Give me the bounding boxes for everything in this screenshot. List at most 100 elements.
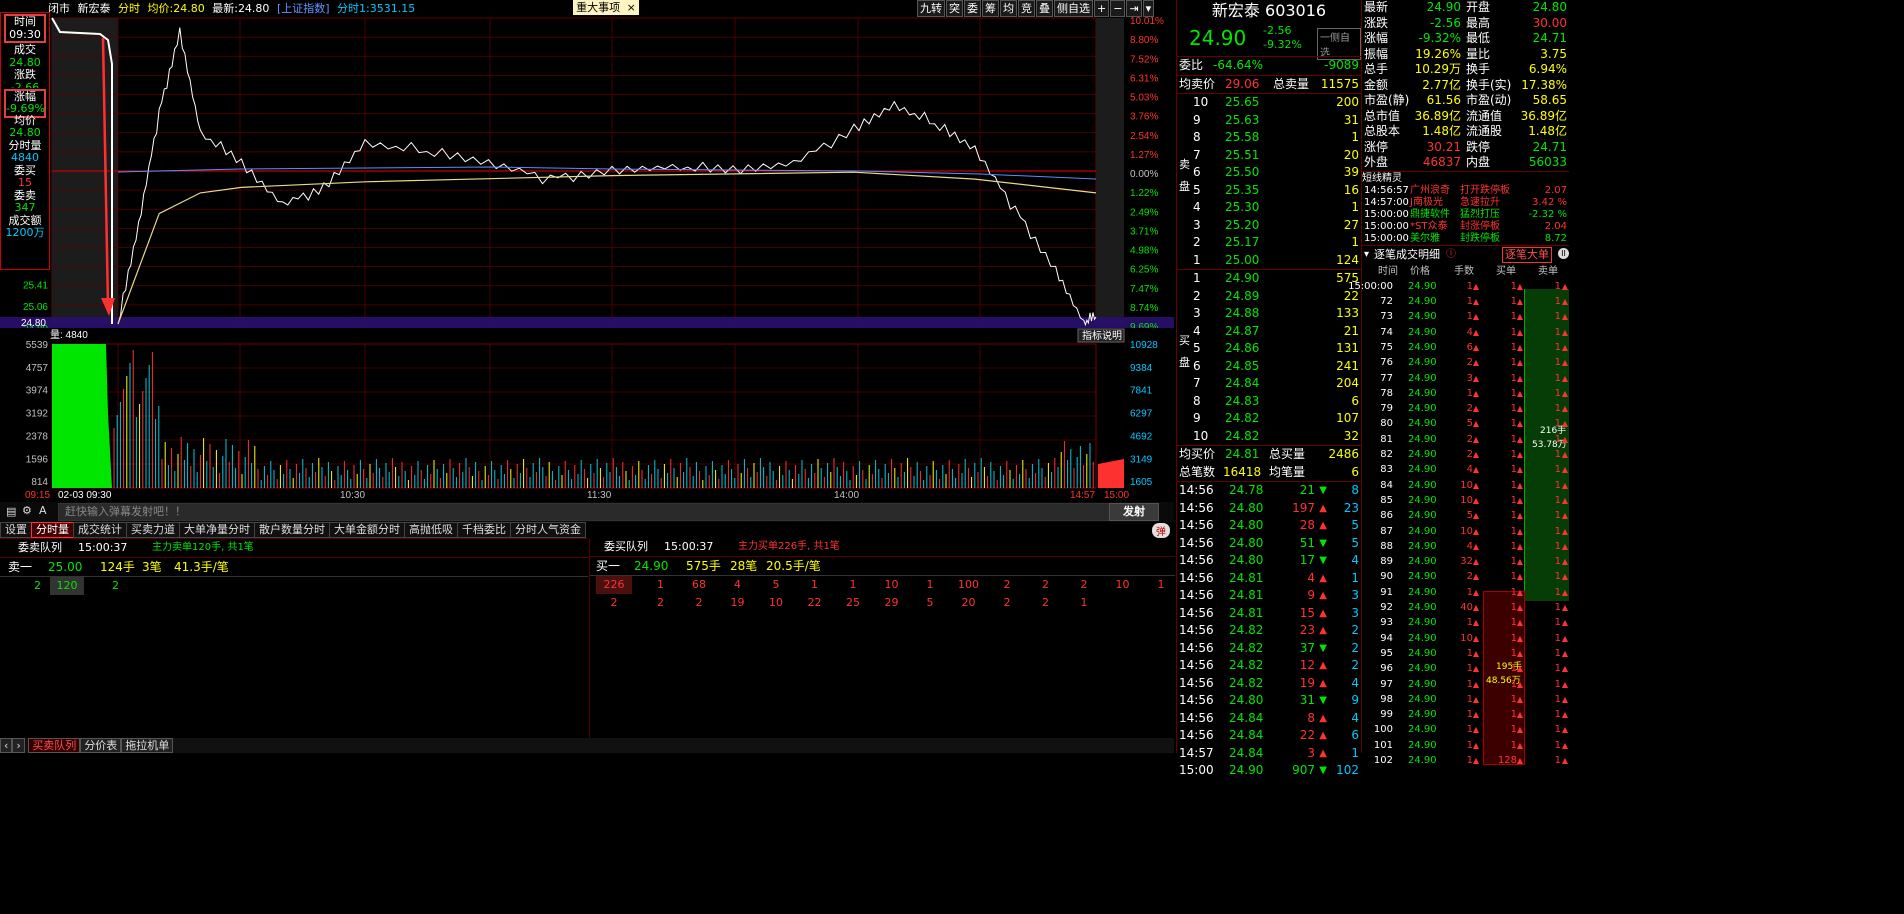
font-icon[interactable]: A [39,504,47,517]
short-value: 8.72 [1544,232,1567,244]
tab-deal-stats[interactable]: 成交统计 [73,522,127,538]
arrow-up-icon: ▲ [1561,710,1568,720]
tab-bignet[interactable]: 大单净量分时 [179,522,255,538]
pct-axis-label: 8.74% [1130,303,1158,314]
tab-retail[interactable]: 散户数量分时 [254,522,330,538]
bid-level[interactable]: 3 24.88 133 [1177,305,1361,323]
danmu-toggle[interactable]: 弹 [1152,523,1170,538]
detail-price: 24.90 [1408,663,1437,675]
stat-value: 24.71 [1532,31,1567,45]
col-time: 时间 [1378,265,1398,277]
next-icon[interactable]: › [12,738,25,753]
tab-highlow[interactable]: 高抛低吸 [404,522,458,538]
bid-level[interactable]: 6 24.85 241 [1177,358,1361,376]
arrow-up-icon: ▲ [1472,342,1479,352]
short-item[interactable]: 15:00:00 鼎捷软件 猛烈打压 -2.32 % [1362,209,1569,221]
detail-row: 100 24.90 1 ▲ 1 ▲ 1 ▲ [1362,722,1569,737]
bid-level[interactable]: 9 24.82 107 [1177,410,1361,428]
level-no: 4 [1193,323,1201,338]
detail-sell: 1 [1554,678,1561,690]
pct-axis-label: 3.76% [1130,112,1158,123]
fire-button[interactable]: 发射 [1109,503,1159,521]
pct-axis-label: 6.25% [1130,265,1158,276]
detail-time: 94 [1380,632,1393,644]
tab-power[interactable]: 买卖力道 [126,522,180,538]
bid-level[interactable]: 5 24.86 131 [1177,340,1361,358]
short-stock: *ST众泰 [1410,220,1448,232]
detail-row: 85 24.90 10 ▲ 1 ▲ 1 ▲ [1362,493,1569,508]
detail-sell: 1 [1554,724,1561,736]
tab-queue[interactable]: 买卖队列 [28,738,81,753]
detail-sell: 1 [1554,586,1561,598]
detail-time: 75 [1380,341,1393,353]
danmu-input[interactable]: 赶快输入弹幕发射吧！！ [58,503,1111,521]
list-icon[interactable]: ▤ [6,505,16,518]
close-icon[interactable]: × [627,1,636,14]
detail-sell: 1 [1554,617,1561,629]
detail-lots: 40 [1460,602,1473,614]
detail-price: 24.90 [1408,602,1437,614]
indicator-button[interactable]: 指标说明 [1082,329,1122,342]
bid-level[interactable]: 1 24.90 575 [1177,270,1361,288]
collapse-icon[interactable]: ▾ [1364,246,1369,264]
big-order-button[interactable]: 逐笔大单 [1502,246,1552,263]
ask-level[interactable]: 7 25.51 20 [1177,147,1361,165]
tab-settings[interactable]: 设置 [0,522,32,538]
stat-value: 24.80 [1532,0,1567,14]
tick-time: 14:56 [1179,658,1214,672]
event-tab[interactable]: 重大事项 × [573,0,639,15]
ask-level[interactable]: 1 25.00 124 [1177,252,1361,270]
detail-buy: 128 [1497,755,1517,766]
ask-value: 347 [14,201,36,214]
bid-level[interactable]: 4 24.87 21 [1177,323,1361,341]
pause-icon[interactable]: II [1558,247,1569,259]
detail-row: 73 24.90 1 ▲ 1 ▲ 1 ▲ [1362,309,1569,324]
time-box: 时间 09:30 [4,14,46,43]
tick-volume: 23 [1299,623,1315,637]
ask-level[interactable]: 10 25.65 200 [1177,94,1361,112]
detail-time: 77 [1380,372,1393,384]
volume-axis-label-right: 9384 [1130,363,1153,374]
gear-icon[interactable]: ⚙ [22,504,32,517]
tick-time: 14:56 [1179,693,1214,707]
stat-label: 跌停 [1466,139,1491,154]
stat-value: 56033 [1528,155,1567,169]
ask-level[interactable]: 2 25.17 1 [1177,234,1361,252]
level-price: 24.86 [1225,341,1260,355]
ask-level[interactable]: 9 25.63 31 [1177,112,1361,130]
tab-popularity[interactable]: 分时人气资金 [510,522,586,538]
bid-level[interactable]: 7 24.84 204 [1177,375,1361,393]
stat-row: 总市值 36.89亿 流通值 36.89亿 [1362,109,1569,125]
stat-label: 涨幅 [1364,31,1389,45]
ask-level[interactable]: 4 25.30 1 [1177,199,1361,217]
tick-price: 24.80 [1229,500,1264,515]
info-icon[interactable]: ⓘ [1446,246,1456,264]
tab-bigamt[interactable]: 大单金额分时 [329,522,405,538]
short-item[interactable]: 14:56:57 广州浪奇 打开跌停板 2.07 [1362,185,1569,197]
short-value: 2.04 [1544,220,1567,232]
ask-level[interactable]: 5 25.35 16 [1177,182,1361,200]
ask-level[interactable]: 6 25.50 39 [1177,164,1361,182]
bid-level[interactable]: 2 24.89 22 [1177,288,1361,306]
tick-time: 14:56 [1179,570,1214,585]
ask-level[interactable]: 3 25.20 27 [1177,217,1361,235]
detail-time: 99 [1380,709,1393,721]
intraday-chart[interactable]: 29.0628.8528.5228.1927.8527.5227.1926.85… [0,14,1174,502]
detail-row: 72 24.90 1 ▲ 1 ▲ 1 ▲ [1362,294,1569,309]
level-no: 3 [1193,217,1201,232]
ask-level[interactable]: 8 25.58 1 [1177,129,1361,147]
short-item[interactable]: 14:57:00 J南极光 急速拉升 3.42 % [1362,197,1569,209]
bid-level[interactable]: 8 24.83 6 [1177,393,1361,411]
tab-price-table[interactable]: 分价表 [80,738,122,753]
detail-header: 时间 价格 手数 买单 卖单 [1362,264,1569,279]
tab-kilo[interactable]: 千档委比 [457,522,511,538]
tick-price: 24.82 [1229,658,1264,672]
prev-icon[interactable]: ‹ [0,738,13,753]
detail-price: 24.90 [1408,433,1437,445]
short-item[interactable]: 15:00:00 美尔雅 封跌停板 8.72 [1362,233,1569,245]
tab-tractor[interactable]: 拖拉机单 [121,738,174,753]
bid-level[interactable]: 10 24.82 32 [1177,428,1361,446]
short-item[interactable]: 15:00:00 *ST众泰 封涨停板 2.04 [1362,221,1569,233]
bid-cell: 226 [596,576,632,594]
tab-volume[interactable]: 分时量 [31,522,74,538]
